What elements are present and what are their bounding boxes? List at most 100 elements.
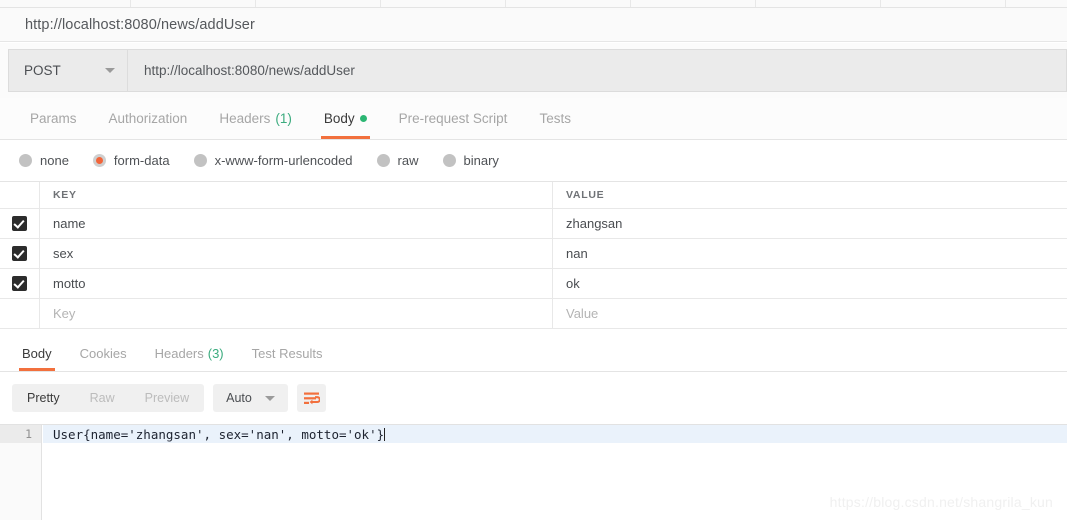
column-header-value: VALUE (566, 189, 605, 201)
request-tab-strip (0, 0, 1067, 8)
watermark: https://blog.csdn.net/shangrila_kun (829, 494, 1053, 510)
word-wrap-button[interactable] (296, 384, 326, 412)
body-modified-dot-icon (359, 115, 367, 122)
request-tab-label: Pre-request Script (398, 111, 508, 126)
request-tabs: Params Authorization Headers (1) Body Pre-req… (0, 98, 1067, 140)
key-input[interactable]: name (40, 209, 553, 238)
page-title: http://localhost:8080/news/addUser (25, 16, 255, 33)
value-value-text: zhangsan (566, 216, 623, 231)
request-tab-count: (1) (275, 111, 292, 126)
value-input[interactable]: zhangsan (553, 209, 1067, 238)
header-cell-value: VALUE (553, 182, 1067, 208)
request-tab-label: Body (323, 111, 355, 126)
tab-divider-1 (255, 0, 256, 7)
chevron-down-icon (105, 68, 115, 73)
request-tab-body[interactable]: Body (308, 98, 383, 139)
key-input[interactable]: sex (40, 239, 553, 268)
request-tab-label: Authorization (108, 111, 188, 126)
request-tab-headers[interactable]: Headers (1) (203, 98, 308, 139)
checkbox-checked-icon[interactable] (12, 216, 27, 231)
view-mode-pretty[interactable]: Pretty (12, 384, 75, 412)
value-value-text: nan (566, 246, 588, 261)
response-tab-label: Headers (154, 346, 204, 361)
response-body-text: User{name='zhangsan', sex='nan', motto='… (53, 426, 385, 442)
row-checkbox-cell[interactable] (0, 299, 40, 328)
postman-window: http://localhost:8080/news/addUser POST … (0, 0, 1067, 520)
response-tab-body[interactable]: Body (8, 336, 66, 371)
body-type-radio-form-data[interactable]: form-data (92, 153, 170, 168)
radio-icon (92, 154, 106, 167)
request-tab-authorization[interactable]: Authorization (93, 98, 204, 139)
value-input[interactable]: ok (553, 269, 1067, 298)
word-wrap-icon (303, 392, 320, 404)
body-type-radio-label: form-data (113, 153, 170, 168)
value-input[interactable]: nan (553, 239, 1067, 268)
response-tab-label: Test Results (251, 346, 323, 361)
body-type-radio-label: raw (397, 153, 419, 168)
url-input[interactable]: http://localhost:8080/news/addUser (128, 50, 1066, 91)
key-value-text: name (53, 216, 86, 231)
view-mode-group: Pretty Raw Preview (12, 384, 205, 412)
key-value-text: motto (53, 276, 86, 291)
view-mode-preview[interactable]: Preview (130, 384, 204, 412)
table-row: name zhangsan (0, 209, 1067, 239)
checkbox-checked-icon[interactable] (12, 276, 27, 291)
view-mode-raw[interactable]: Raw (75, 384, 130, 412)
row-checkbox-cell[interactable] (0, 269, 40, 298)
request-tab-label: Headers (219, 111, 271, 126)
text-cursor (384, 427, 386, 441)
response-tab-headers[interactable]: Headers (3) (141, 336, 238, 371)
body-type-radio-raw[interactable]: raw (376, 153, 419, 168)
body-type-radio-label: x-www-form-urlencoded (214, 153, 353, 168)
radio-icon (19, 154, 32, 167)
key-value-text: sex (53, 246, 74, 261)
url-bar: POST http://localhost:8080/news/addUser (8, 49, 1067, 92)
key-input[interactable]: Key (40, 299, 553, 328)
value-value-text: Value (566, 306, 599, 321)
editor-active-line[interactable]: User{name='zhangsan', sex='nan', motto='… (43, 425, 1067, 443)
body-type-radio-binary[interactable]: binary (442, 153, 499, 168)
tab-divider-3 (505, 0, 506, 7)
table-row: motto ok (0, 269, 1067, 299)
tab-divider-5 (755, 0, 756, 7)
tab-divider-2 (380, 0, 381, 7)
body-type-radio-none[interactable]: none (19, 153, 69, 168)
request-tab-label: Params (30, 111, 77, 126)
chevron-down-icon (264, 395, 275, 401)
http-method-select[interactable]: POST (9, 50, 128, 91)
response-tab-cookies[interactable]: Cookies (66, 336, 141, 371)
tab-divider-7 (1005, 0, 1006, 7)
request-tab-tests[interactable]: Tests (523, 98, 587, 139)
checkbox-checked-icon[interactable] (12, 246, 27, 261)
response-tabs: Body Cookies Headers (3) Test Results (0, 336, 1067, 372)
format-select[interactable]: Auto (213, 384, 288, 412)
response-tab-label: Body (22, 346, 52, 361)
tab-divider-4 (630, 0, 631, 7)
body-type-radio-x-www-form-urlencoded[interactable]: x-www-form-urlencoded (193, 153, 353, 168)
table-row: Key Value (0, 299, 1067, 329)
body-type-radio-group: none form-data x-www-form-urlencoded raw bin… (0, 140, 1067, 181)
key-input[interactable]: motto (40, 269, 553, 298)
request-tab-label: Tests (539, 111, 571, 126)
response-tab-test-results[interactable]: Test Results (238, 336, 337, 371)
key-value-text: Key (53, 306, 76, 321)
request-tab-params[interactable]: Params (14, 98, 93, 139)
row-checkbox-cell[interactable] (0, 239, 40, 268)
radio-icon (193, 154, 207, 167)
body-type-radio-label: binary (463, 153, 499, 168)
radio-icon (376, 154, 390, 167)
response-tab-count: (3) (207, 346, 224, 361)
column-header-key: KEY (53, 189, 77, 201)
radio-icon (442, 154, 456, 167)
response-tab-label: Cookies (79, 346, 127, 361)
url-bar-row: POST http://localhost:8080/news/addUser (0, 43, 1067, 98)
request-title-bar: http://localhost:8080/news/addUser (0, 8, 1067, 42)
tab-divider-0 (130, 0, 131, 7)
form-data-table: KEY VALUE name zhangsan sex nan motto ok Key Va… (0, 181, 1067, 329)
row-checkbox-cell[interactable] (0, 209, 40, 238)
request-tab-pre-request-script[interactable]: Pre-request Script (383, 98, 524, 139)
header-cell-key: KEY (40, 182, 553, 208)
value-input[interactable]: Value (553, 299, 1067, 328)
http-method-label: POST (24, 63, 61, 78)
response-toolbar: Pretty Raw Preview Auto (0, 372, 1067, 424)
